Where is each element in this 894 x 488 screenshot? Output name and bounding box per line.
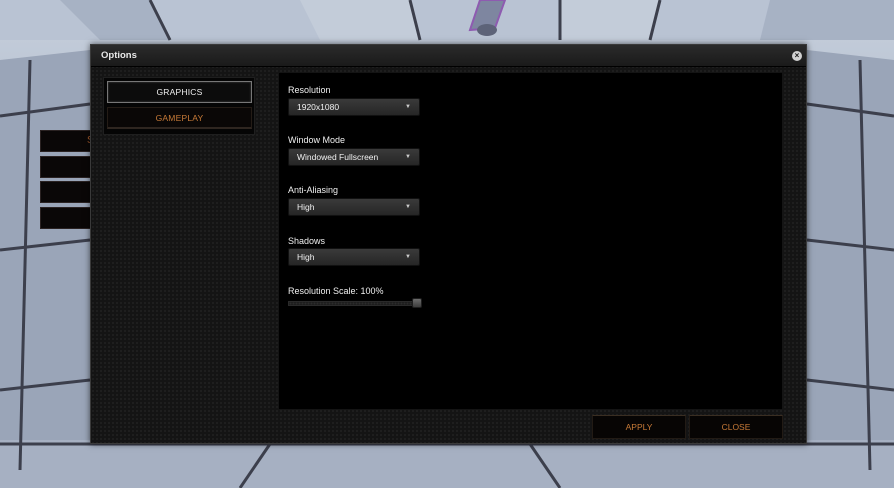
- resolution-value: 1920x1080: [297, 102, 340, 112]
- shadows-label: Shadows: [288, 236, 326, 246]
- resolution-scale-slider[interactable]: [288, 298, 422, 308]
- caret-down-icon: ▼: [405, 154, 411, 160]
- resolution-dropdown[interactable]: 1920x1080 ▼: [288, 98, 420, 116]
- resolution-scale-label: Resolution Scale: 100%: [288, 286, 384, 296]
- shadows-dropdown[interactable]: High ▼: [288, 248, 420, 266]
- slider-thumb[interactable]: [412, 298, 422, 308]
- window-mode-value: Windowed Fullscreen: [297, 152, 379, 162]
- settings-panel: Resolution 1920x1080 ▼ Window Mode Windo…: [279, 73, 782, 409]
- tab-graphics[interactable]: GRAPHICS: [107, 81, 252, 103]
- anti-aliasing-label: Anti-Aliasing: [288, 185, 339, 195]
- anti-aliasing-dropdown[interactable]: High ▼: [288, 198, 420, 216]
- caret-down-icon: ▼: [405, 104, 411, 110]
- window-mode-label: Window Mode: [288, 135, 346, 145]
- dialog-titlebar[interactable]: Options ×: [91, 45, 806, 67]
- tab-gameplay[interactable]: GAMEPLAY: [107, 107, 252, 129]
- anti-aliasing-value: High: [297, 202, 315, 212]
- apply-button[interactable]: APPLY: [592, 415, 686, 439]
- dialog-title: Options: [101, 50, 137, 61]
- window-mode-dropdown[interactable]: Windowed Fullscreen ▼: [288, 148, 420, 166]
- caret-down-icon: ▼: [405, 254, 411, 260]
- close-button[interactable]: CLOSE: [689, 415, 783, 439]
- slider-track[interactable]: [288, 301, 422, 306]
- caret-down-icon: ▼: [405, 204, 411, 210]
- options-dialog: Options × GRAPHICS GAMEPLAY Resolution 1…: [90, 44, 807, 444]
- options-nav: GRAPHICS GAMEPLAY: [103, 77, 255, 135]
- shadows-value: High: [297, 252, 315, 262]
- close-icon[interactable]: ×: [792, 51, 802, 61]
- resolution-label: Resolution: [288, 85, 331, 95]
